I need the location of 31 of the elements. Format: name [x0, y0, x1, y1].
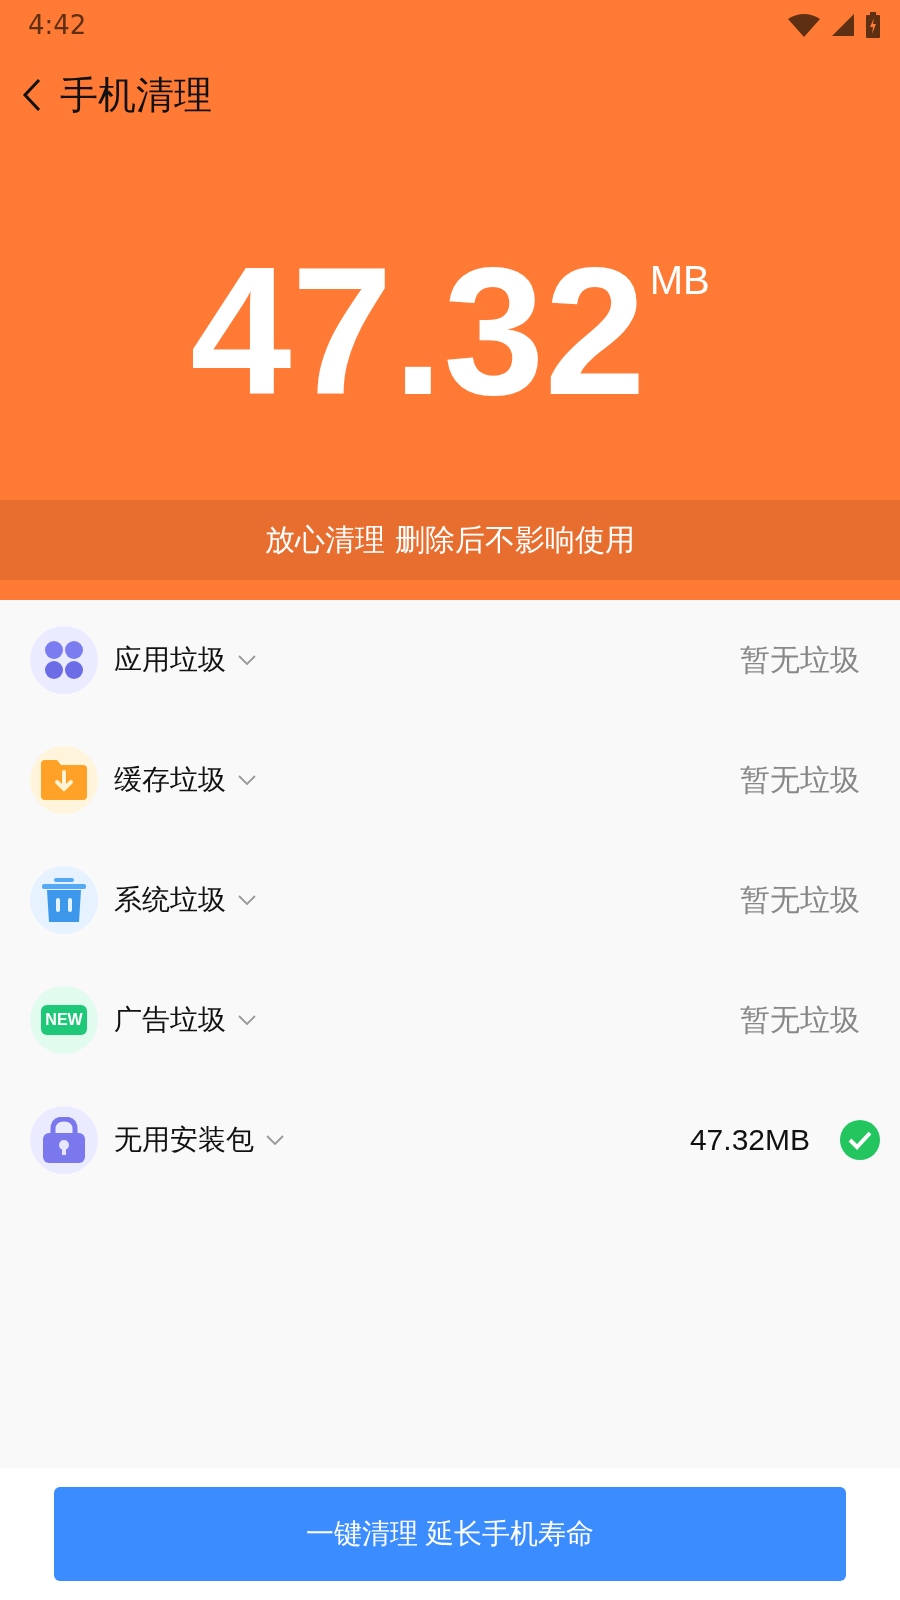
size-unit: MB [649, 258, 710, 303]
lock-icon [43, 1117, 85, 1163]
category-label: 广告垃圾 [114, 1002, 226, 1038]
category-status: 暂无垃圾 [739, 1000, 861, 1039]
clean-button[interactable]: 一键清理 延长手机寿命 [54, 1487, 846, 1581]
status-time: 4:42 [28, 10, 87, 40]
category-status: 47.32MB [688, 1122, 811, 1158]
back-icon[interactable] [22, 78, 42, 112]
check-icon[interactable] [840, 1120, 880, 1160]
category-status: 暂无垃圾 [739, 640, 861, 679]
trash-icon [42, 878, 86, 922]
info-banner: 放心清理 删除后不影响使用 [0, 500, 900, 580]
page-title: 手机清理 [60, 71, 212, 119]
expand-icon[interactable] [238, 895, 256, 905]
grid-icon [44, 640, 84, 680]
folder-download-icon [41, 760, 87, 800]
battery-icon [866, 12, 880, 38]
expand-icon[interactable] [238, 1015, 256, 1025]
category-label: 缓存垃圾 [114, 762, 226, 798]
category-label: 无用安装包 [114, 1122, 254, 1158]
category-label: 系统垃圾 [114, 882, 226, 918]
category-label: 应用垃圾 [114, 642, 226, 678]
wifi-icon [788, 13, 820, 37]
category-status: 暂无垃圾 [739, 760, 861, 799]
signal-icon [832, 14, 854, 36]
new-badge-icon: NEW [41, 1005, 87, 1035]
expand-icon[interactable] [266, 1135, 284, 1145]
junk-size: 47.32 [190, 240, 646, 422]
expand-icon[interactable] [238, 775, 256, 785]
category-status: 暂无垃圾 [739, 880, 861, 919]
expand-icon[interactable] [238, 655, 256, 665]
